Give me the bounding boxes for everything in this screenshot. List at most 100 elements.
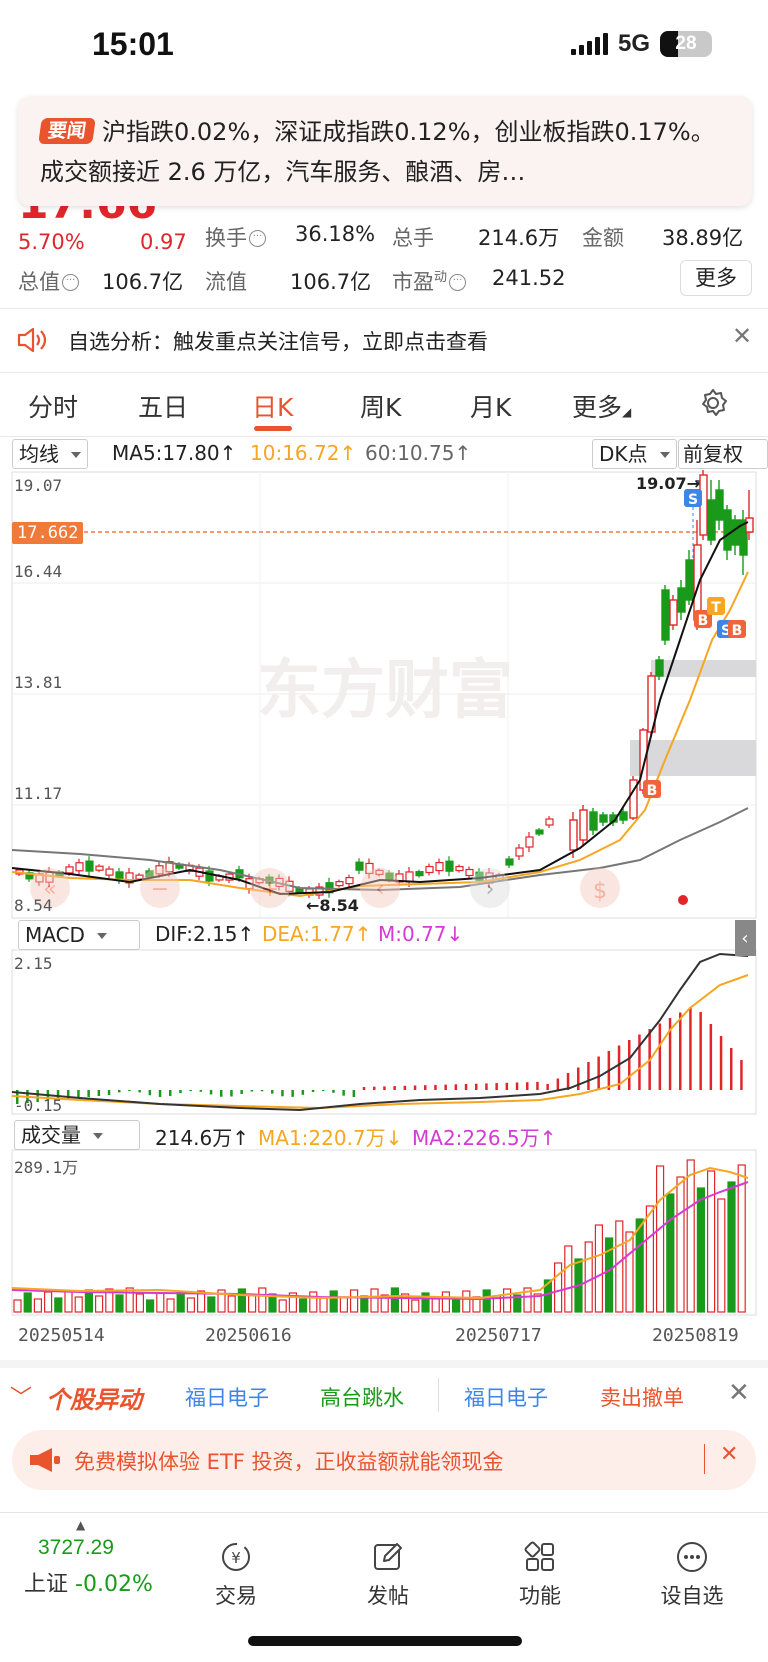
close-icon[interactable]: ✕	[732, 322, 752, 350]
volume-bar	[615, 1220, 624, 1313]
signal-icon	[570, 33, 608, 55]
nav-add-watchlist[interactable]: 设自选	[642, 1540, 742, 1610]
nav-functions[interactable]: 功能	[490, 1540, 590, 1610]
adjust-select[interactable]: 前复权	[678, 439, 768, 469]
volume-bar	[655, 1165, 665, 1313]
macd-bar	[352, 1090, 356, 1097]
tab-monthly-k[interactable]: 月K	[470, 388, 511, 424]
candle-body	[105, 868, 114, 876]
nav-trade[interactable]: ¥ 交易	[186, 1540, 286, 1610]
battery-icon: 28	[660, 31, 712, 57]
turnover-label[interactable]: 换手 ···	[205, 222, 266, 252]
macd-bar	[97, 1090, 101, 1096]
candle-body	[65, 866, 74, 874]
index-value[interactable]: 3727.29	[38, 1536, 114, 1560]
volume-bar	[166, 1298, 175, 1313]
macd-bar	[444, 1084, 447, 1090]
collapse-icon: ‹	[741, 928, 748, 949]
triangle-up-icon: ▲	[76, 1518, 86, 1532]
macd-bar	[719, 1036, 723, 1090]
macd-axis-bottom: -0.15	[14, 1096, 63, 1115]
macd-bar	[699, 1012, 702, 1090]
macd-bar	[179, 1090, 182, 1094]
macd-bar	[383, 1086, 386, 1090]
volume-bar	[227, 1295, 236, 1313]
pe-label[interactable]: 市盈动 ···	[392, 266, 467, 296]
macd-bar	[87, 1090, 90, 1097]
macd-bar	[577, 1067, 580, 1090]
macd-bar	[689, 1007, 692, 1090]
volume-bar	[299, 1298, 308, 1313]
news-banner[interactable]: 要闻 沪指跌0.02%，深证成指跌0.12%，创业板指跌0.17%。成交额接近 2…	[18, 96, 752, 206]
macd-bar	[373, 1086, 376, 1090]
watermark: 东方财富	[257, 654, 513, 728]
macd-bar	[260, 1090, 264, 1092]
volume-bar	[186, 1297, 195, 1313]
macd-bar	[413, 1085, 417, 1090]
candle-body	[345, 877, 354, 885]
macd-bar	[679, 1012, 682, 1090]
volume-bar	[74, 1296, 83, 1313]
index-name[interactable]: 上证 -0.02%	[24, 1566, 153, 1598]
macd-bar	[209, 1090, 213, 1095]
alert-item-3[interactable]: 福日电子	[464, 1382, 548, 1412]
info-icon: ···	[62, 274, 79, 291]
volume-bar	[676, 1176, 685, 1313]
candle-body	[707, 499, 716, 541]
candle-body	[599, 814, 608, 823]
status-time: 15:01	[92, 26, 174, 62]
mktcap-label[interactable]: 总值 ···	[18, 266, 79, 296]
macd-bar	[118, 1090, 121, 1093]
volume-bar	[645, 1205, 655, 1313]
promo-banner[interactable]: 免费模拟体验 ETF 投资，正收益额就能领现金 ✕	[12, 1430, 756, 1490]
macd-bar	[556, 1078, 560, 1090]
volume-bar	[411, 1299, 420, 1313]
tab-daily-k[interactable]: 日K	[252, 388, 293, 424]
alert-item-1[interactable]: 福日电子	[185, 1382, 269, 1412]
tab-intraday[interactable]: 分时	[28, 388, 78, 424]
candle-body	[569, 819, 578, 851]
pe-value: 241.52	[492, 266, 566, 290]
macd-select[interactable]: MACD	[18, 920, 140, 950]
candle-body	[75, 862, 84, 872]
macd-bar	[158, 1090, 162, 1097]
macd-bar	[107, 1090, 111, 1095]
candle-body	[715, 489, 724, 521]
macd-bar	[169, 1090, 172, 1096]
price-axis-3: 13.81	[14, 673, 63, 692]
macd-bar	[148, 1090, 152, 1096]
tab-weekly-k[interactable]: 周K	[360, 388, 401, 424]
svg-text:+: +	[261, 877, 279, 902]
candle-body	[335, 881, 344, 887]
volume-bar	[564, 1245, 573, 1313]
close-icon[interactable]: ✕	[728, 1378, 750, 1408]
settings-gear-icon[interactable]	[698, 388, 728, 418]
date-label-2: 20250616	[205, 1325, 292, 1346]
dk-point-select[interactable]: DK点	[592, 439, 677, 469]
candle-body	[669, 599, 678, 626]
volume-bar	[584, 1241, 593, 1313]
tab-five-day[interactable]: 五日	[138, 388, 188, 424]
megaphone-icon	[30, 1448, 60, 1472]
volume-select[interactable]: 成交量	[14, 1120, 140, 1150]
svg-text:‹: ‹	[376, 877, 385, 902]
volume-bar	[717, 1198, 726, 1313]
macd-bar	[505, 1082, 509, 1090]
analysis-row[interactable]: 自选分析：触发重点关注信号，立即点击查看 ✕	[0, 310, 768, 370]
chevron-down-icon[interactable]: ﹀	[10, 1380, 32, 1412]
volume-bar	[706, 1170, 716, 1313]
date-label-1: 20250514	[18, 1325, 105, 1346]
ma-select[interactable]: 均线	[12, 439, 88, 469]
amount-value: 38.89亿	[662, 226, 744, 250]
macd-bar	[342, 1090, 345, 1096]
more-button[interactable]: 更多	[680, 260, 752, 296]
tab-more[interactable]: 更多◢	[572, 388, 631, 424]
candle-body	[535, 829, 544, 835]
alert-item-4[interactable]: 卖出撤单	[600, 1382, 684, 1412]
macd-bar	[240, 1090, 243, 1094]
macd-bar	[526, 1082, 529, 1090]
volume-ma2: MA2:226.5万↑	[412, 1126, 557, 1150]
nav-post[interactable]: 发帖	[338, 1540, 438, 1610]
alert-item-2[interactable]: 高台跳水	[320, 1382, 404, 1412]
close-icon[interactable]: ✕	[720, 1442, 738, 1467]
